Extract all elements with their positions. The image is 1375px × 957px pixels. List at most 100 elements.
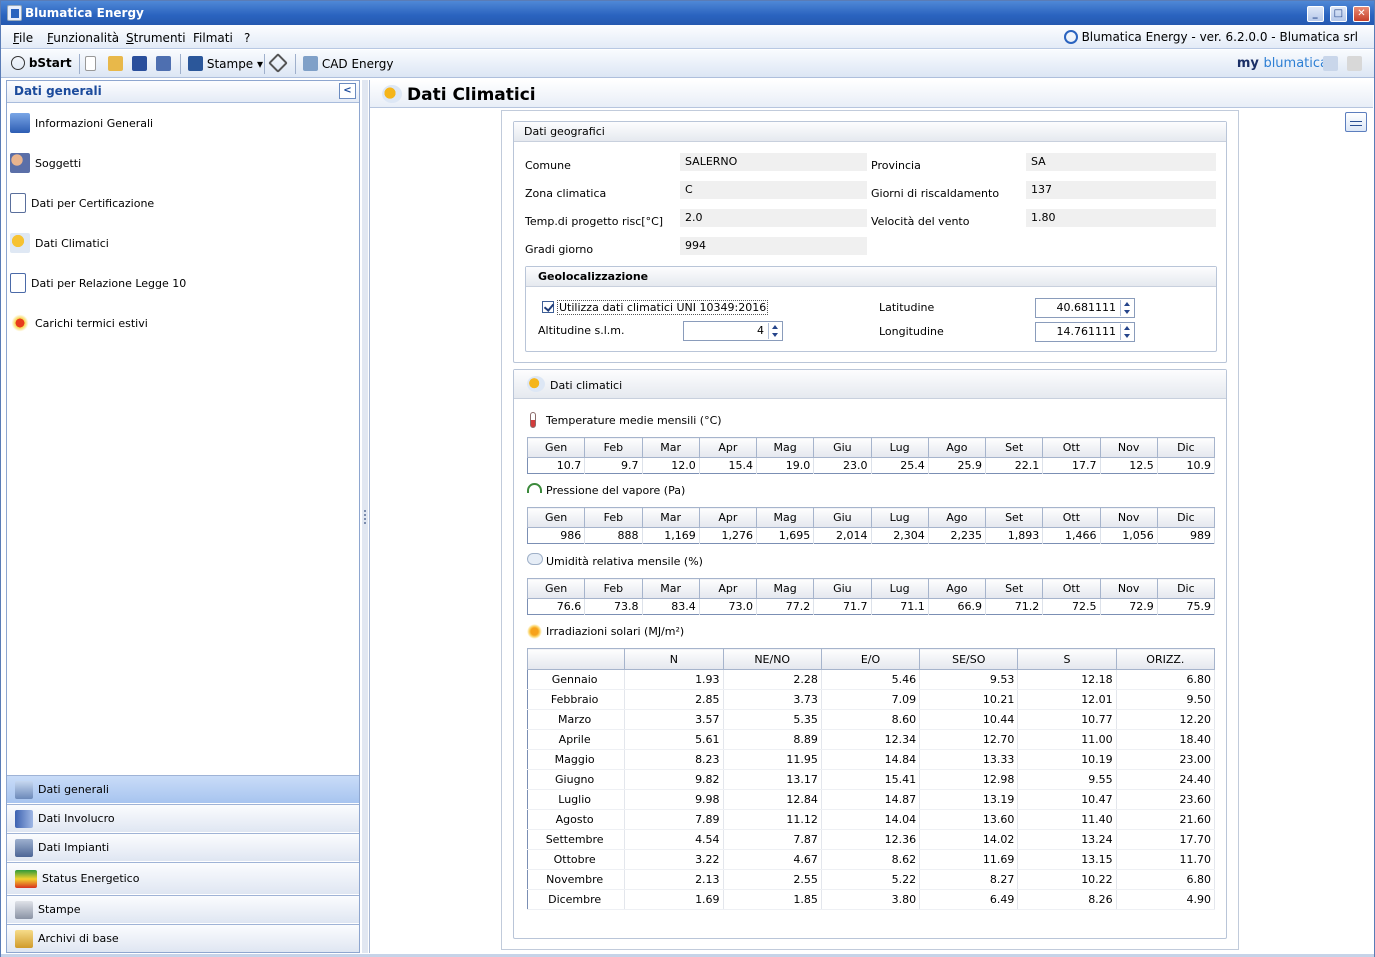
press-header-apr[interactable]: Apr	[698, 507, 758, 528]
press-header-ago[interactable]: Ago	[927, 507, 987, 528]
umid-header-mag[interactable]: Mag	[755, 578, 815, 599]
press-header-ott[interactable]: Ott	[1042, 507, 1101, 528]
irr-value-cell[interactable]: 4.54	[624, 829, 724, 850]
umid-cell[interactable]: 83.4	[642, 598, 700, 615]
temp-header-dic[interactable]: Dic	[1156, 437, 1216, 458]
collapse-pane-button[interactable]: <	[339, 83, 356, 99]
irr-value-cell[interactable]: 4.67	[723, 849, 822, 870]
umid-header-ago[interactable]: Ago	[927, 578, 987, 599]
latitudine-spinner[interactable]	[1120, 300, 1133, 316]
nav-relazione-legge-10[interactable]: Dati per Relazione Legge 10	[10, 272, 186, 294]
irr-month-cell[interactable]: Novembre	[527, 869, 626, 890]
press-header-feb[interactable]: Feb	[584, 507, 643, 528]
irr-value-cell[interactable]: 13.19	[919, 789, 1019, 810]
irr-value-cell[interactable]: 3.80	[821, 889, 921, 910]
umid-cell[interactable]: 71.7	[813, 598, 872, 615]
press-cell[interactable]: 2,014	[813, 527, 872, 544]
minimize-button[interactable]: _	[1306, 6, 1324, 22]
irr-value-cell[interactable]: 5.46	[821, 669, 921, 690]
irr-month-cell[interactable]: Luglio	[527, 789, 626, 810]
irr-value-cell[interactable]: 13.60	[919, 809, 1019, 830]
irr-value-cell[interactable]: 12.36	[821, 829, 921, 850]
irr-value-cell[interactable]: 2.55	[723, 869, 822, 890]
irr-month-cell[interactable]: Marzo	[527, 709, 626, 730]
fit-width-button[interactable]	[1345, 112, 1367, 132]
irr-value-cell[interactable]: 13.24	[1017, 829, 1117, 850]
irr-header-eo[interactable]: E/O	[820, 648, 921, 670]
pane-splitter[interactable]	[362, 80, 368, 953]
table-row[interactable]: Gennaio 1.93 2.28 5.46 9.53 12.18 6.80	[527, 669, 1216, 690]
irr-value-cell[interactable]: 14.04	[821, 809, 921, 830]
irr-value-cell[interactable]: 5.61	[624, 729, 724, 750]
irr-value-cell[interactable]: 12.34	[821, 729, 921, 750]
irr-value-cell[interactable]: 11.00	[1017, 729, 1117, 750]
menu-file[interactable]: File	[13, 31, 33, 45]
umid-header-feb[interactable]: Feb	[584, 578, 643, 599]
press-cell[interactable]: 986	[527, 527, 586, 544]
table-row[interactable]: Giugno 9.82 13.17 15.41 12.98 9.55 24.40	[527, 769, 1216, 790]
irr-value-cell[interactable]: 5.35	[723, 709, 822, 730]
irr-value-cell[interactable]: 12.98	[919, 769, 1019, 790]
temp-cell[interactable]: 10.9	[1157, 457, 1216, 474]
user-button[interactable]	[1323, 56, 1338, 71]
irr-header-s[interactable]: S	[1017, 648, 1117, 670]
uni-checkbox[interactable]	[542, 301, 554, 313]
irr-value-cell[interactable]: 14.84	[821, 749, 921, 770]
irr-value-cell[interactable]: 8.62	[821, 849, 921, 870]
press-cell[interactable]: 1,056	[1100, 527, 1158, 544]
temp-header-ott[interactable]: Ott	[1042, 437, 1101, 458]
irr-value-cell[interactable]: 5.22	[821, 869, 921, 890]
irr-value-cell[interactable]: 24.40	[1116, 769, 1216, 790]
irr-value-cell[interactable]: 10.47	[1017, 789, 1117, 810]
press-cell[interactable]: 2,304	[871, 527, 929, 544]
irr-value-cell[interactable]: 11.70	[1116, 849, 1216, 870]
umid-cell[interactable]: 73.8	[584, 598, 643, 615]
irr-value-cell[interactable]: 6.49	[919, 889, 1019, 910]
temp-cell[interactable]: 12.0	[642, 457, 700, 474]
longitudine-spinner[interactable]	[1120, 324, 1133, 340]
tab-archivi-di-base[interactable]: Archivi di base	[7, 924, 359, 952]
umid-cell[interactable]: 71.2	[985, 598, 1044, 615]
umid-header-lug[interactable]: Lug	[870, 578, 929, 599]
irr-month-cell[interactable]: Ottobre	[527, 849, 626, 870]
irr-value-cell[interactable]: 12.84	[723, 789, 822, 810]
umid-header-apr[interactable]: Apr	[698, 578, 758, 599]
umid-header-set[interactable]: Set	[984, 578, 1044, 599]
table-row[interactable]: Agosto 7.89 11.12 14.04 13.60 11.40 21.60	[527, 809, 1216, 830]
press-cell[interactable]: 888	[584, 527, 643, 544]
umid-cell[interactable]: 76.6	[527, 598, 586, 615]
irr-header-neno[interactable]: NE/NO	[722, 648, 822, 670]
irr-value-cell[interactable]: 11.69	[919, 849, 1019, 870]
tools-button[interactable]	[268, 53, 288, 73]
irr-month-cell[interactable]: Gennaio	[527, 669, 626, 690]
press-cell[interactable]: 1,169	[642, 527, 700, 544]
temp-header-ago[interactable]: Ago	[927, 437, 987, 458]
irr-value-cell[interactable]: 10.44	[919, 709, 1019, 730]
press-cell[interactable]: 2,235	[928, 527, 987, 544]
tab-status-energetico[interactable]: Status Energetico	[7, 862, 359, 894]
umid-header-nov[interactable]: Nov	[1099, 578, 1158, 599]
press-header-mag[interactable]: Mag	[755, 507, 815, 528]
irr-month-cell[interactable]: Febbraio	[527, 689, 626, 710]
table-row[interactable]: Aprile 5.61 8.89 12.34 12.70 11.00 18.40	[527, 729, 1216, 750]
temp-header-nov[interactable]: Nov	[1099, 437, 1158, 458]
irr-header-orizz[interactable]: ORIZZ.	[1115, 648, 1216, 670]
temp-header-set[interactable]: Set	[984, 437, 1044, 458]
irr-value-cell[interactable]: 7.87	[723, 829, 822, 850]
latitudine-input[interactable]: 40.681111	[1035, 298, 1135, 318]
irr-value-cell[interactable]: 8.89	[723, 729, 822, 750]
irr-value-cell[interactable]: 8.26	[1017, 889, 1117, 910]
irr-value-cell[interactable]: 13.17	[723, 769, 822, 790]
table-row[interactable]: Settembre 4.54 7.87 12.36 14.02 13.24 17.70	[527, 829, 1216, 850]
temp-header-apr[interactable]: Apr	[698, 437, 758, 458]
table-row[interactable]: Novembre 2.13 2.55 5.22 8.27 10.22 6.80	[527, 869, 1216, 890]
irr-value-cell[interactable]: 7.89	[624, 809, 724, 830]
irr-value-cell[interactable]: 21.60	[1116, 809, 1216, 830]
umid-cell[interactable]: 71.1	[871, 598, 929, 615]
irr-value-cell[interactable]: 13.15	[1017, 849, 1117, 870]
cad-energy-button[interactable]: CAD Energy	[303, 56, 393, 71]
irr-value-cell[interactable]: 12.01	[1017, 689, 1117, 710]
tab-dati-impianti[interactable]: Dati Impianti	[7, 833, 359, 861]
menu-filmati[interactable]: Filmati	[193, 31, 233, 45]
nav-soggetti[interactable]: Soggetti	[10, 152, 81, 174]
